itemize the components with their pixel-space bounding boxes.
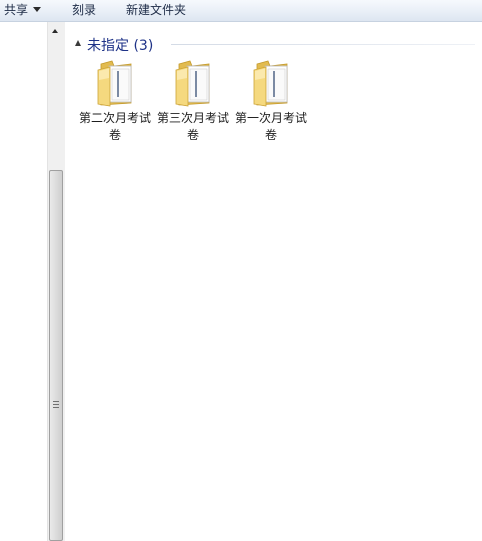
command-bar: 共享 刻录 新建文件夹 [0,0,482,22]
folder-name: 第三次月考试卷 [157,111,230,142]
group-label: 未指定 (3) [87,38,154,54]
nav-scrollbar[interactable] [47,22,64,541]
scrollbar-thumb[interactable] [49,170,63,541]
scroll-up-icon[interactable] [48,22,64,39]
grip-icon [53,401,59,408]
folder-item[interactable]: 第一次月考试卷 [235,58,307,144]
folder-item[interactable]: 第三次月考试卷 [157,58,229,144]
group-header[interactable]: 未指定 (3) [75,35,475,54]
burn-button[interactable]: 刻录 [72,2,96,18]
folder-item[interactable]: 第二次月考试卷 [79,58,151,144]
share-button-label: 共享 [4,3,29,17]
collapse-arrow-icon[interactable] [75,40,81,46]
navigation-pane [0,22,47,541]
folder-name: 第一次月考试卷 [235,111,308,142]
chevron-down-icon [33,7,42,12]
folder-name: 第二次月考试卷 [79,111,152,142]
file-list-pane: 未指定 (3) 第二次月考试卷 第三次月考试卷 第一次月考试卷 [64,22,482,541]
folder-icon [175,60,210,107]
share-button[interactable]: 共享 [4,2,42,18]
new-folder-button[interactable]: 新建文件夹 [126,2,186,18]
folder-icon [97,60,132,107]
group-divider [171,44,475,45]
folder-icon [253,60,288,107]
